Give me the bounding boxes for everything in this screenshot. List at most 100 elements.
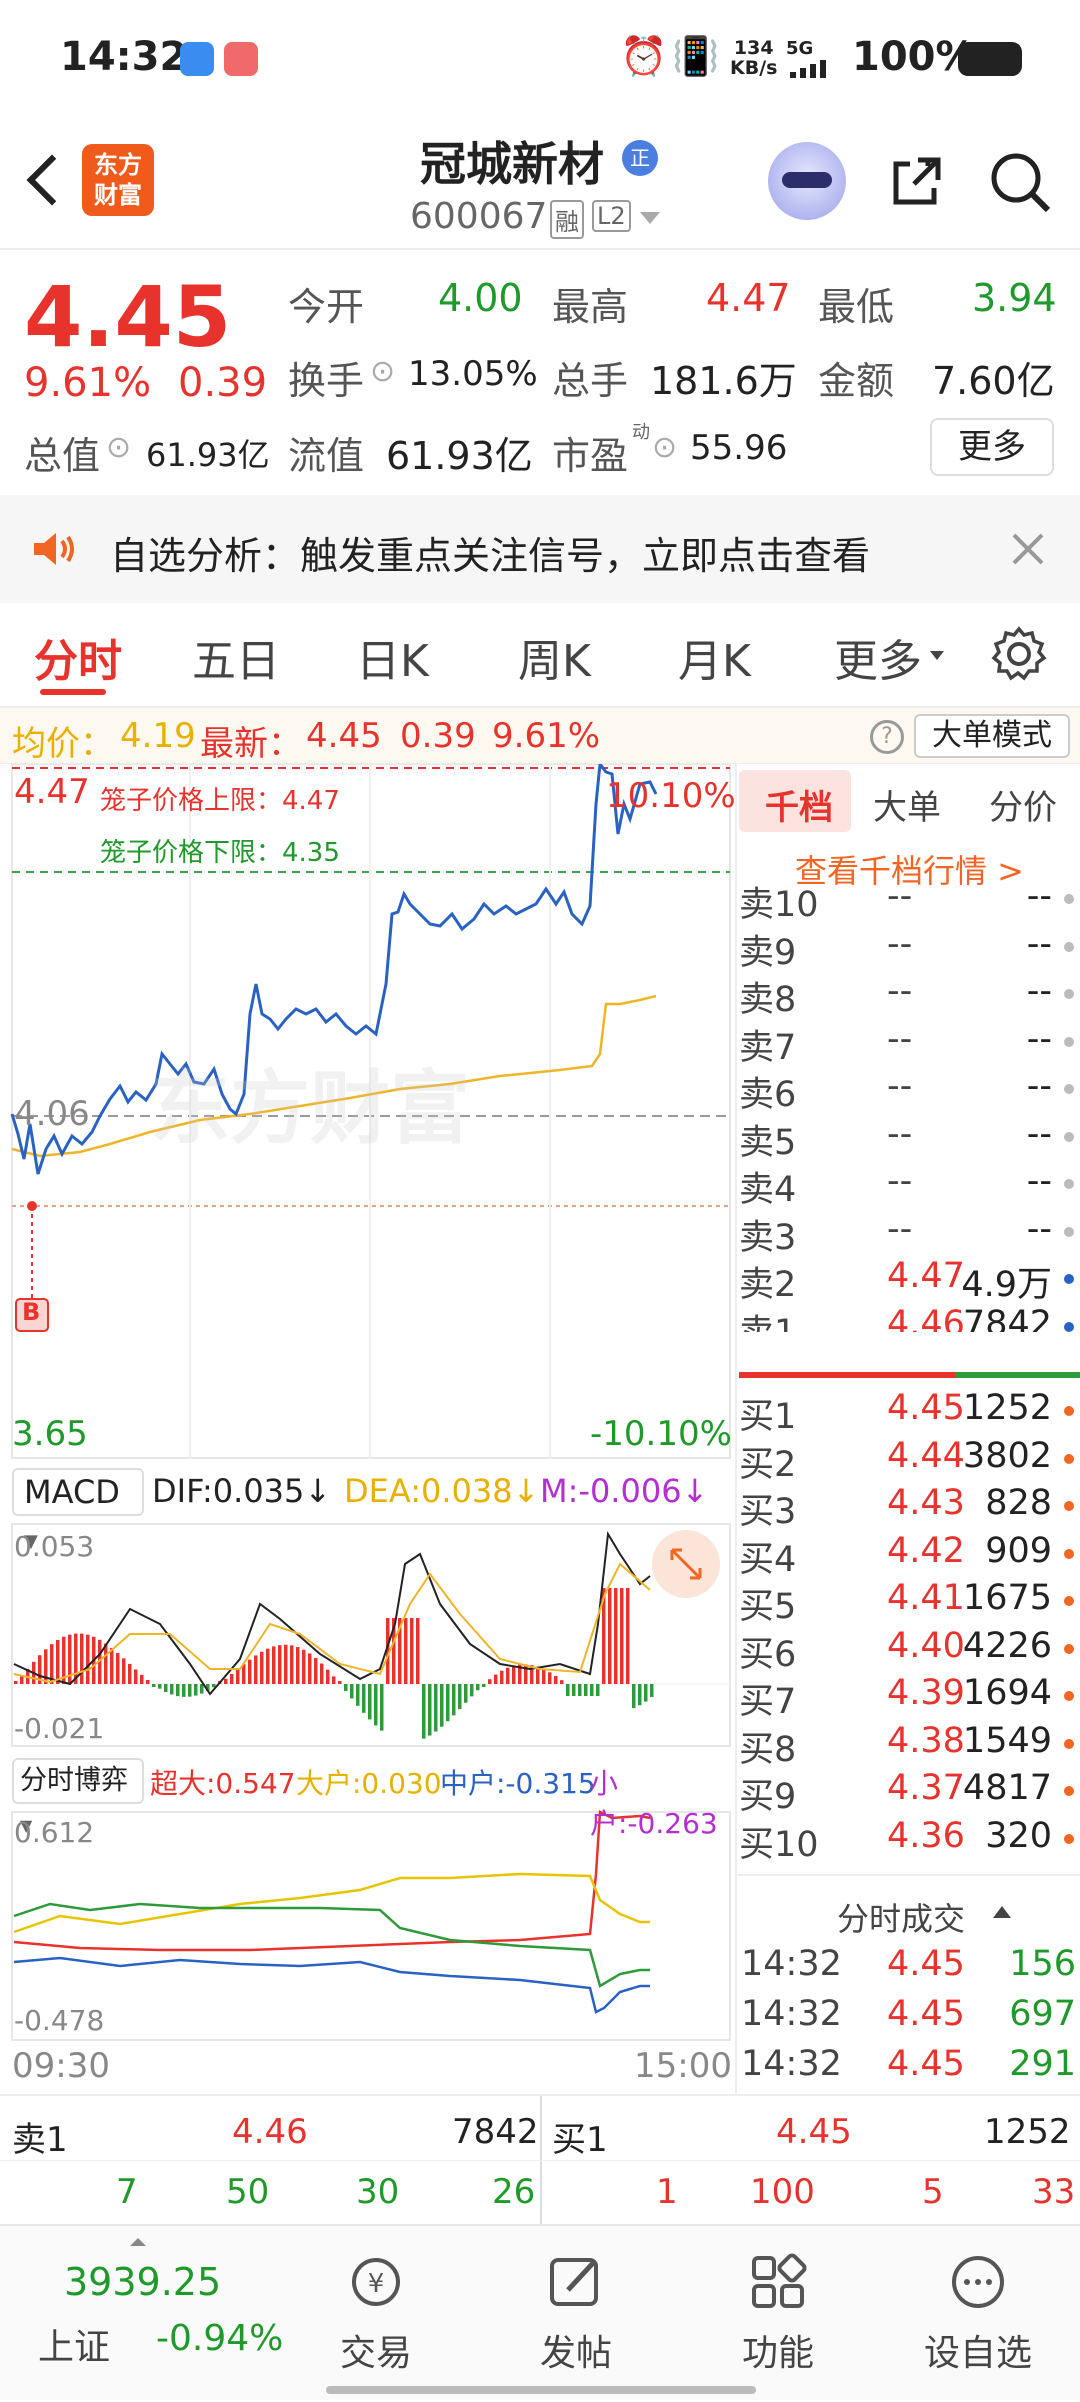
ask-list: 卖10 -- -- 卖9 -- -- 卖8 -- -- 卖7 -- -- 卖6 -- -- 卖5 -- -- 卖4 -… bbox=[737, 876, 1080, 1332]
buy-queue-item: 5 bbox=[922, 2172, 944, 2212]
ask-row[interactable]: 卖10 -- -- bbox=[737, 876, 1080, 925]
bid-row[interactable]: 买6 4.40 4226 bbox=[737, 1625, 1080, 1675]
ask-price: -- bbox=[887, 923, 913, 964]
pe-value: 55.96 bbox=[690, 428, 788, 468]
macd-bar bbox=[308, 1653, 312, 1684]
latest-change: 0.39 bbox=[400, 716, 476, 756]
sell-queue-item: 26 bbox=[492, 2172, 536, 2212]
status-time: 14:32 bbox=[60, 34, 188, 80]
ask-row[interactable]: 卖1 4.467842 bbox=[737, 1303, 1080, 1333]
sell-queue-item: 30 bbox=[356, 2172, 400, 2212]
tab-weekly-k[interactable]: 周K bbox=[518, 625, 591, 689]
big-order-mode-button[interactable]: 大单模式 bbox=[914, 714, 1070, 758]
ask-volume: -- bbox=[1026, 923, 1052, 964]
more-button[interactable]: 更多 bbox=[930, 418, 1054, 476]
tab-five-day[interactable]: 五日 bbox=[192, 625, 280, 689]
macd-bar bbox=[554, 1676, 558, 1684]
bid-level: 买1 bbox=[739, 1397, 797, 1437]
nav-post[interactable]: 发帖 bbox=[476, 2226, 676, 2376]
ask-dot bbox=[1064, 1179, 1074, 1189]
bid-level: 买10 bbox=[739, 1824, 819, 1865]
assistant-avatar[interactable] bbox=[768, 142, 846, 220]
bid-row[interactable]: 买4 4.42 909 bbox=[737, 1531, 1080, 1580]
tab-daily-k[interactable]: 日K bbox=[356, 625, 429, 689]
bid-row[interactable]: 买9 4.37 4817 bbox=[737, 1768, 1080, 1817]
nav-function[interactable]: 功能 bbox=[678, 2226, 878, 2376]
macd-bar bbox=[416, 1618, 420, 1684]
bid-row[interactable]: 买7 4.39 1694 bbox=[737, 1673, 1080, 1722]
close-icon[interactable] bbox=[1010, 531, 1046, 567]
macd-bar bbox=[476, 1684, 480, 1691]
bid-row[interactable]: 买5 4.41 1675 bbox=[737, 1578, 1080, 1627]
ask-price: 4.46 bbox=[887, 1303, 965, 1333]
index-value: 3939.25 bbox=[64, 2260, 222, 2304]
latest-label: 最新： bbox=[200, 724, 302, 764]
notice-text: 自选分析：触发重点关注信号，立即点击查看 bbox=[110, 534, 871, 578]
change-amount: 0.39 bbox=[178, 360, 268, 406]
ask-level: 卖3 bbox=[739, 1217, 797, 1258]
bid-row[interactable]: 买10 4.36 320 bbox=[737, 1815, 1080, 1865]
index-ticker[interactable]: 3939.25 上证 -0.94% bbox=[0, 2226, 300, 2402]
help-icon[interactable]: ? bbox=[870, 720, 904, 754]
ask-row[interactable]: 卖8 -- -- bbox=[737, 971, 1080, 1020]
bid-price: 4.36 bbox=[887, 1815, 965, 1856]
macd-bar bbox=[542, 1669, 546, 1684]
tab-monthly-k[interactable]: 月K bbox=[678, 625, 751, 689]
tab-qiandang[interactable]: 千档 bbox=[765, 780, 833, 829]
ask-row[interactable]: 卖9 -- -- bbox=[737, 923, 1080, 973]
buy-queue-item: 100 bbox=[750, 2172, 815, 2212]
ask-row[interactable]: 卖2 4.47 4.9万 bbox=[737, 1256, 1080, 1305]
search-icon[interactable] bbox=[988, 150, 1052, 214]
float-label: 流值 bbox=[288, 434, 365, 478]
buy-queue-item: 33 bbox=[1032, 2172, 1076, 2212]
ask-row[interactable]: 卖6 -- -- bbox=[737, 1066, 1080, 1115]
trade-volume: 697 bbox=[1009, 1994, 1076, 2034]
ask-dot bbox=[1064, 1036, 1074, 1047]
macd-bar bbox=[596, 1684, 600, 1696]
ask-row[interactable]: 卖5 -- -- bbox=[737, 1114, 1080, 1163]
bid-row[interactable]: 买2 4.44 3802 bbox=[737, 1436, 1080, 1485]
dropdown-triangle-icon[interactable] bbox=[640, 212, 660, 224]
bid-volume: 320 bbox=[985, 1815, 1052, 1856]
nav-trade[interactable]: ¥ 交易 bbox=[276, 2226, 476, 2376]
ask-row[interactable]: 卖4 -- -- bbox=[737, 1161, 1080, 1210]
app-logo[interactable]: 东方 财富 bbox=[82, 144, 154, 216]
fund-selector[interactable]: 分时博弈 ▼ bbox=[12, 1758, 144, 1835]
bid-level: 买8 bbox=[739, 1729, 797, 1770]
macd-bar bbox=[284, 1644, 288, 1684]
bid-row[interactable]: 买8 4.38 1549 bbox=[737, 1721, 1080, 1770]
nav-add-watchlist[interactable]: 设自选 bbox=[878, 2226, 1078, 2376]
macd-bar bbox=[350, 1684, 354, 1699]
tab-big-order[interactable]: 大单 bbox=[873, 780, 941, 829]
pe-superscript: 动 bbox=[632, 422, 650, 443]
tab-more[interactable]: 更多 bbox=[834, 625, 922, 689]
notice-banner[interactable]: 自选分析：触发重点关注信号，立即点击查看 bbox=[0, 495, 1080, 603]
logo-text: 东方 bbox=[94, 151, 142, 179]
trades-title[interactable]: 分时成交 bbox=[837, 1894, 965, 1940]
tab-price-dist[interactable]: 分价 bbox=[989, 780, 1057, 829]
back-button[interactable] bbox=[20, 150, 80, 210]
macd-bar bbox=[128, 1663, 132, 1684]
ask-row[interactable]: 卖7 -- -- bbox=[737, 1019, 1080, 1068]
info-icon[interactable]: ⊙ bbox=[106, 430, 131, 465]
ask-row[interactable]: 卖3 -- -- bbox=[737, 1209, 1080, 1258]
macd-bar bbox=[446, 1684, 450, 1722]
macd-bar bbox=[482, 1684, 486, 1687]
macd-bar bbox=[272, 1646, 276, 1684]
macd-bar bbox=[290, 1645, 294, 1684]
level2-tag: L2 bbox=[592, 200, 631, 232]
ask-volume: -- bbox=[1026, 971, 1052, 1011]
macd-bar bbox=[326, 1669, 330, 1684]
tab-intraday[interactable]: 分时 bbox=[34, 625, 122, 689]
bid-row[interactable]: 买1 4.45 1252 bbox=[737, 1388, 1080, 1437]
info-icon[interactable]: ⊙ bbox=[370, 354, 395, 389]
info-icon[interactable]: ⊙ bbox=[652, 430, 677, 465]
bid-price: 4.40 bbox=[887, 1625, 965, 1666]
share-icon[interactable] bbox=[888, 152, 946, 210]
gear-icon[interactable] bbox=[990, 625, 1048, 683]
ask-price: -- bbox=[887, 971, 913, 1011]
macd-bar bbox=[254, 1655, 258, 1684]
bid-row[interactable]: 买3 4.43 828 bbox=[737, 1483, 1080, 1532]
macd-selector[interactable]: MACD ▼ bbox=[12, 1468, 144, 1552]
macd-bar bbox=[452, 1684, 456, 1716]
